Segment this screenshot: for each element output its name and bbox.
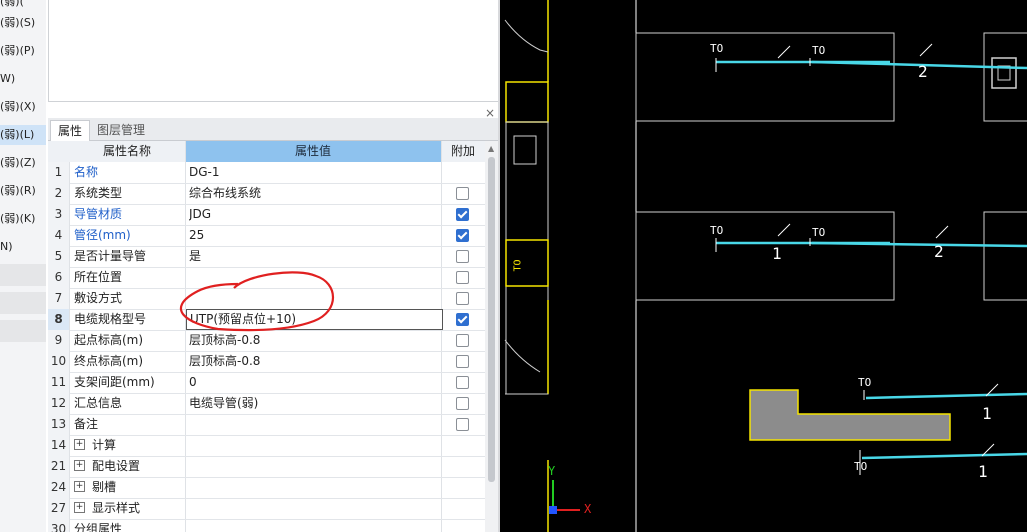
cad-label[interactable]: 1: [772, 244, 782, 263]
list-item-selected[interactable]: (弱)(L): [0, 125, 46, 145]
vertical-scrollbar[interactable]: ▲: [485, 141, 498, 532]
scrollbar-thumb[interactable]: [488, 157, 495, 482]
left-panel-list: (弱)( (弱)(S) (弱)(P) W) (弱)(X) (弱)(L) (弱)(…: [0, 0, 46, 532]
cad-label[interactable]: 1: [978, 462, 988, 481]
list-item[interactable]: (弱)(X): [0, 97, 46, 117]
tab-layer-management[interactable]: 图层管理: [90, 120, 152, 140]
axis-x-label: X: [584, 502, 592, 516]
cad-label[interactable]: TO: [513, 259, 524, 271]
list-placeholder[interactable]: [0, 320, 46, 342]
list-item[interactable]: N): [0, 237, 46, 257]
list-item[interactable]: (弱)(S): [0, 13, 46, 33]
list-item[interactable]: (弱)(: [0, 0, 46, 12]
list-item[interactable]: (弱)(R): [0, 181, 46, 201]
preview-panel: [48, 0, 499, 102]
cad-canvas[interactable]: TO TO 2 TO TO 1 2 TO 1 TO 1 TO Y X: [500, 0, 1027, 532]
property-tabs: 属性 图层管理: [48, 118, 498, 141]
cad-label[interactable]: TO: [854, 460, 867, 473]
list-placeholder[interactable]: [0, 292, 46, 314]
list-item[interactable]: W): [0, 69, 46, 89]
list-item[interactable]: (弱)(K): [0, 209, 46, 229]
cad-label[interactable]: TO: [710, 224, 723, 237]
list-item[interactable]: (弱)(P): [0, 41, 46, 61]
cad-label[interactable]: TO: [812, 226, 825, 239]
cad-label[interactable]: 2: [934, 242, 944, 261]
property-grid: 属性名称 属性值 附加 1 名称 DG-1 2 系统类型 综合布线系统 3 导管…: [48, 141, 485, 532]
tab-properties[interactable]: 属性: [50, 120, 91, 141]
cad-label[interactable]: TO: [812, 44, 825, 57]
list-placeholder[interactable]: [0, 264, 46, 286]
cad-label[interactable]: 1: [982, 404, 992, 423]
cad-drawing: [504, 0, 1027, 532]
cad-label[interactable]: TO: [710, 42, 723, 55]
red-annotation-circle: [180, 271, 334, 332]
list-item[interactable]: (弱)(Z): [0, 153, 46, 173]
cad-label[interactable]: TO: [858, 376, 871, 389]
cad-label[interactable]: 2: [918, 62, 928, 81]
scroll-up-icon[interactable]: ▲: [488, 144, 494, 153]
axis-y-label: Y: [548, 464, 556, 478]
